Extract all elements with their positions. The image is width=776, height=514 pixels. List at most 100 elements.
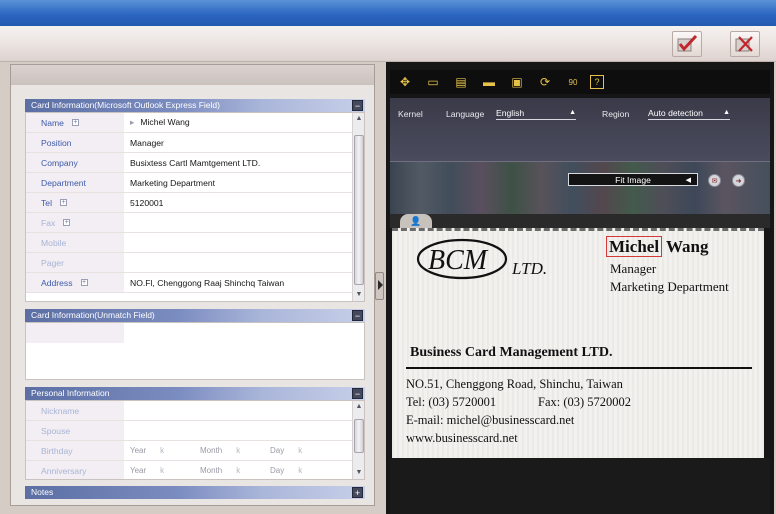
expand-button[interactable]: + [352, 487, 363, 498]
recognition-settings: Kernel Language English ▲ Region Auto de… [390, 98, 770, 162]
field-value-input[interactable]: 5120001 [124, 198, 364, 208]
crop-icon[interactable]: ▣ [506, 73, 528, 91]
card-name-last: Wang [666, 237, 709, 256]
language-value: English [496, 107, 525, 118]
image-tools-bar: ✥ ▭ ▤ ▬ ▣ ⟳ 90? [390, 70, 770, 94]
help-icon[interactable]: ? [590, 75, 604, 89]
personal-row-birthday: Birthday Year k Month k Day k [26, 441, 364, 461]
field-label: Tel + [26, 193, 124, 212]
field-row-address: Address + NO.Fl, Chenggong Raaj Shinchq Ta… [26, 273, 364, 293]
splitter-arrow-icon [378, 280, 383, 290]
export-button[interactable]: ➜ [732, 174, 745, 187]
card-tel: Tel: (03) 5720001 [406, 395, 497, 409]
card-fields-panel: Card Information(Microsoft Outlook Expre… [10, 64, 375, 506]
cancel-button[interactable] [730, 31, 760, 57]
card-department: Marketing Department [610, 279, 729, 294]
card-preview-panel: ✥ ▭ ▤ ▬ ▣ ⟳ 90? Kernel Language English ▲ Regi… [386, 62, 774, 514]
field-value-input[interactable]: NO.Fl, Chenggong Raaj Shinchq Taiwan [124, 278, 364, 288]
select-region-icon[interactable]: ▭ [422, 73, 444, 91]
field-value-input[interactable]: Marketing Department [124, 178, 364, 188]
field-label: Name + [26, 113, 124, 132]
layout-icon[interactable]: ▤ [450, 73, 472, 91]
card-email: E-mail: michel@businesscard.net [406, 413, 575, 427]
scroll-down-arrow[interactable]: ▼ [354, 290, 364, 300]
rotate-90-icon[interactable]: 90 [562, 73, 584, 91]
date-picker[interactable]: Year k Month k Day k [124, 466, 364, 475]
expand-icon[interactable]: + [71, 119, 79, 126]
scroll-up-arrow[interactable]: ▲ [354, 402, 364, 412]
field-row-department: Department Marketing Department [26, 173, 364, 193]
field-value-input[interactable]: ▸ Michel Wang [124, 117, 364, 128]
field-row-company: Company Busixtess Cartl Mamtgement LTD. [26, 153, 364, 173]
field-row-position: Position Manager [26, 133, 364, 153]
card-info-scrollbar[interactable]: ▲ ▼ [352, 113, 364, 301]
field-value-input[interactable]: Busixtess Cartl Mamtgement LTD. [124, 158, 364, 168]
export-icon: ➜ [735, 177, 742, 185]
field-label: Address + [26, 273, 124, 292]
main-frame: Card Information(Microsoft Outlook Expre… [0, 62, 776, 514]
notes-header[interactable]: Notes + [25, 486, 365, 499]
field-label: Company [26, 153, 124, 172]
color-mosaic-background [390, 162, 770, 214]
card-fax: Fax: (03) 5720002 [538, 395, 632, 409]
top-toolbar [0, 26, 776, 62]
scroll-down-arrow[interactable]: ▼ [354, 468, 364, 478]
tab-info[interactable]: 👤 [400, 214, 432, 228]
person-icon: 👤 [410, 215, 422, 226]
kernel-label[interactable]: Kernel [398, 109, 423, 119]
scroll-thumb[interactable] [354, 419, 364, 453]
move-icon[interactable]: ✥ [394, 73, 416, 91]
language-label: Language [446, 109, 485, 119]
scroll-up-arrow[interactable]: ▲ [354, 114, 364, 124]
card-web: www.businesscard.net [406, 431, 518, 445]
confirm-button[interactable] [672, 31, 702, 57]
svg-text:BCM: BCM [428, 245, 489, 276]
collapse-button[interactable]: − [352, 100, 363, 111]
personal-title: Personal Information [31, 388, 110, 398]
scroll-thumb[interactable] [354, 135, 364, 285]
unmatch-header: Card Information(Unmatch Field) − [25, 309, 365, 322]
field-label: Spouse [26, 421, 124, 440]
flip-icon[interactable]: ▬ [478, 73, 500, 91]
region-select[interactable]: Auto detection ▲ [648, 106, 730, 120]
bcm-logo: BCM [416, 238, 508, 280]
field-row-fax: Fax + [26, 213, 364, 233]
preview-bottom-area [390, 458, 770, 514]
card-info-fields: Name + ▸ Michel Wang Position Manager Company B… [25, 112, 365, 302]
card-logo-suffix: LTD. [512, 259, 548, 278]
personal-scrollbar[interactable]: ▲ ▼ [352, 401, 364, 479]
unmatch-fields[interactable] [25, 322, 365, 380]
card-position: Manager [610, 261, 657, 276]
card-info-header: Card Information(Microsoft Outlook Expre… [25, 99, 365, 112]
expand-icon[interactable]: + [60, 199, 67, 206]
field-marker-icon: ▸ [130, 117, 135, 127]
window-title-bar [0, 0, 776, 26]
personal-header: Personal Information − [25, 387, 365, 400]
unmatch-title: Card Information(Unmatch Field) [31, 310, 155, 320]
collapse-button[interactable]: − [352, 310, 363, 321]
fit-image-select[interactable]: Fit Image ◀ [568, 173, 698, 186]
mail-icon: ✉ [711, 177, 718, 185]
card-company: Business Card Management LTD. [410, 345, 613, 360]
expand-icon[interactable]: + [80, 279, 88, 286]
collapse-button[interactable]: − [352, 388, 363, 399]
field-label: Pager [26, 253, 124, 272]
dropdown-arrow-icon: ▲ [569, 109, 576, 116]
field-row-tel: Tel +5120001 [26, 193, 364, 213]
field-label: Fax + [26, 213, 124, 232]
field-row-mobile: Mobile [26, 233, 364, 253]
field-label: Nickname [26, 401, 124, 420]
region-label: Region [602, 109, 630, 119]
email-button[interactable]: ✉ [708, 174, 721, 187]
date-picker[interactable]: Year k Month k Day k [124, 446, 364, 455]
expand-icon[interactable]: + [63, 219, 71, 226]
field-label: Anniversary [26, 461, 124, 479]
close-x-icon [735, 36, 753, 52]
card-name: Michel Wang [606, 236, 709, 257]
preview-tab-strip: 👤 [390, 214, 770, 228]
rotate-icon[interactable]: ⟳ [534, 73, 556, 91]
personal-row-anniversary: Anniversary Year k Month k Day k [26, 461, 364, 479]
language-select[interactable]: English ▲ [496, 106, 576, 120]
dropdown-arrow-icon: ▲ [723, 109, 730, 116]
field-value-input[interactable]: Manager [124, 138, 364, 148]
